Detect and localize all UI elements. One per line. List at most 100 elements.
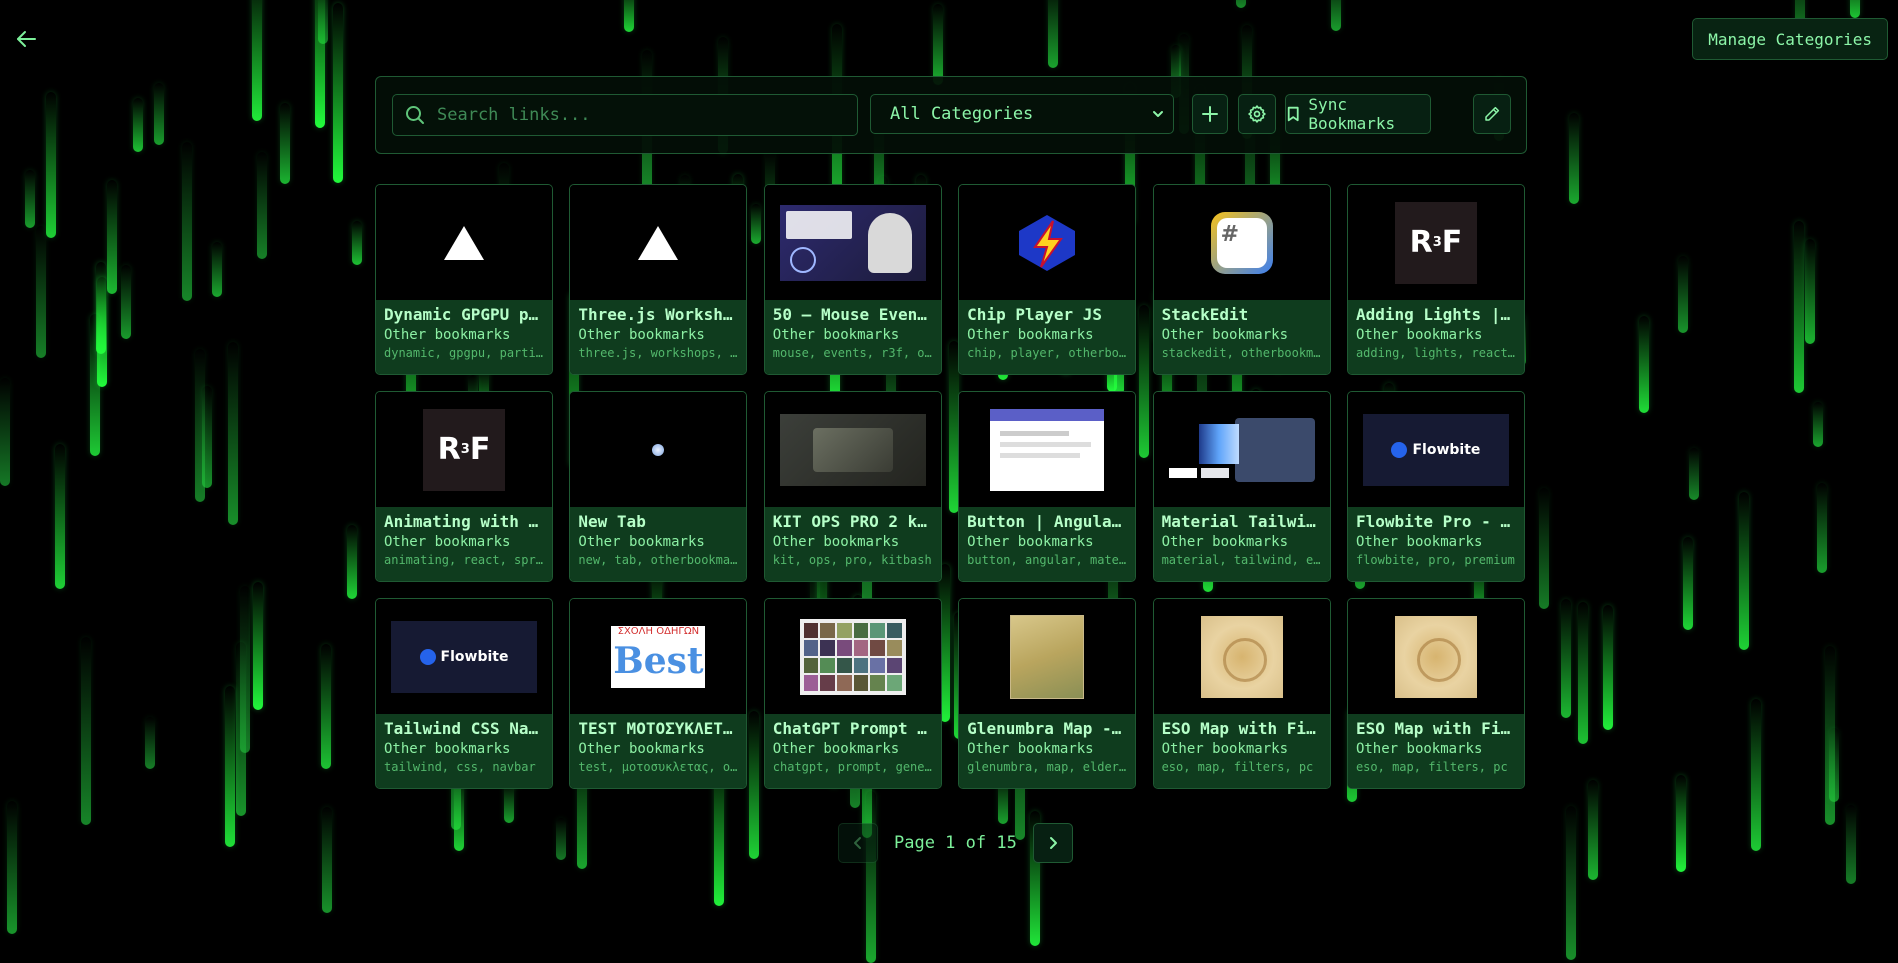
bookmark-card[interactable]: ΣΧΟΛΗ ΟΔΗΓΩΝ Best TEST ΜΟΤΟΣΥΚΛΕΤΑΣ Other b… — [569, 598, 748, 789]
category-select[interactable]: All Categories — [870, 94, 1174, 134]
bookmark-card[interactable]: ChatGPT Prompt Generator Other bookmarks c… — [763, 598, 942, 789]
rain-streak — [257, 152, 267, 259]
bookmark-title: ESO Map with Filters — [1355, 719, 1516, 738]
bookmark-tags: eso, map, filters, pc — [1355, 760, 1508, 774]
bookmark-title: 50 – Mouse Events with R3F — [772, 305, 933, 324]
bookmark-thumbnail: ΣΧΟΛΗ ΟΔΗΓΩΝ Best — [570, 599, 747, 714]
bookmark-category: Other bookmarks — [772, 741, 900, 757]
search-box[interactable] — [392, 94, 858, 136]
chevron-left-icon — [854, 837, 861, 849]
bookmark-card[interactable]: Material Tailwind Other bookmarks material… — [1152, 391, 1331, 582]
bookmark-grid: Dynamic GPGPU particles Other bookmarks dy… — [375, 184, 1525, 789]
bookmark-thumbnail — [376, 185, 552, 300]
bookmark-title: Adding Lights | React Three Fiber — [1355, 305, 1516, 324]
rain-streak — [1805, 239, 1815, 344]
bookmark-category: Other bookmarks — [967, 534, 1094, 550]
docs-thumbnail — [990, 408, 1105, 491]
bookmark-info: ESO Map with Filters Other bookmarks eso, … — [1153, 714, 1330, 788]
bookmark-category: Other bookmarks — [384, 741, 511, 757]
bookmark-tags: chatgpt, prompt, generator — [772, 760, 933, 774]
search-icon — [406, 106, 424, 124]
rain-streak — [1539, 488, 1549, 609]
bookmark-card[interactable]: Chip Player JS Other bookmarks chip, playe… — [958, 184, 1137, 375]
sync-bookmarks-button[interactable]: Sync Bookmarks — [1285, 94, 1431, 134]
bookmark-thumbnail — [764, 599, 941, 714]
rain-streak — [240, 586, 250, 753]
rain-streak — [46, 92, 56, 238]
rain-streak — [253, 582, 263, 710]
pencil-icon — [1485, 106, 1500, 121]
chevron-right-icon — [1049, 837, 1057, 849]
rain-streak — [1813, 402, 1823, 447]
triangle-logo — [638, 225, 679, 260]
bookmark-card[interactable]: Three.js Workshops Other bookmarks three.j… — [569, 184, 748, 375]
rain-streak — [1048, 0, 1058, 68]
bookmark-title: TEST ΜΟΤΟΣΥΚΛΕΤΑΣ — [578, 719, 739, 738]
settings-button[interactable] — [1238, 94, 1276, 134]
bookmark-card[interactable]: Flowbite Flowbite Pro - Premium Other book… — [1346, 391, 1525, 582]
bookmark-card[interactable]: R3F Adding Lights | React Three Fiber Othe… — [1346, 184, 1525, 375]
rain-streak — [1846, 805, 1856, 884]
bookmark-title: Glenumbra Map - Elder Scrolls — [967, 719, 1127, 738]
rain-streak — [321, 644, 331, 769]
bookmark-category: Other bookmarks — [384, 327, 511, 343]
add-link-button[interactable] — [1192, 94, 1228, 134]
rain-streak — [1689, 448, 1699, 500]
bookmark-tags: eso, map, filters, pc — [1161, 760, 1314, 774]
back-button[interactable] — [14, 28, 40, 50]
bookmark-title: ChatGPT Prompt Generator — [772, 719, 933, 738]
bookmark-card[interactable]: 50 – Mouse Events with R3F Other bookmark… — [763, 184, 942, 375]
bookmark-tags: chip, player, otherbookmarks — [967, 346, 1127, 360]
rain-streak — [1603, 605, 1613, 730]
chevron-down-icon — [1153, 111, 1163, 117]
manage-categories-button[interactable]: Manage Categories — [1692, 18, 1888, 60]
rain-streak — [333, 3, 343, 183]
rain-streak — [1739, 492, 1749, 650]
rain-streak — [352, 221, 362, 265]
rain-streak — [1678, 256, 1688, 333]
bookmark-thumbnail — [570, 185, 747, 300]
rain-streak — [252, 0, 262, 121]
rain-streak — [866, 791, 876, 963]
bookmark-card[interactable]: # StackEdit Other bookmarks stackedit, othe… — [1152, 184, 1331, 375]
rain-streak — [107, 180, 117, 294]
bookmark-card[interactable]: KIT OPS PRO 2 kitbash Other bookmarks kit,… — [763, 391, 942, 582]
video-thumbnail — [779, 204, 926, 281]
bookmark-card[interactable]: R3F Animating with React Spring Other book… — [375, 391, 553, 582]
poster-thumbnail — [799, 618, 906, 695]
bookmark-info: New Tab Other bookmarks new, tab, otherboo… — [570, 507, 747, 581]
page-indicator: Page 1 of 15 — [894, 833, 1017, 853]
prev-page-button[interactable] — [838, 823, 878, 863]
rain-streak — [145, 717, 155, 769]
bookmark-card[interactable]: ESO Map with Filters Other bookmarks eso, … — [1152, 598, 1331, 789]
next-page-button[interactable] — [1032, 823, 1073, 863]
globe-icon — [652, 443, 665, 456]
bookmark-card[interactable]: Flowbite Tailwind CSS Navbar Other bookmar… — [375, 598, 553, 789]
bookmark-info: ChatGPT Prompt Generator Other bookmarks c… — [764, 714, 941, 788]
bookmark-category: Other bookmarks — [1161, 741, 1288, 757]
bookmark-thumbnail — [1153, 392, 1330, 507]
rain-streak — [96, 262, 106, 354]
bookmark-title: Tailwind CSS Navbar — [384, 719, 544, 738]
bookmark-title: ESO Map with Filters — [1161, 719, 1322, 738]
bookmark-card[interactable]: Button | Angular Material Other bookmarks… — [958, 391, 1137, 582]
bookmark-title: New Tab — [578, 512, 646, 531]
rain-streak — [212, 242, 222, 297]
plus-icon — [1202, 106, 1218, 122]
bookmark-tags: material, tailwind, extensions — [1161, 553, 1322, 567]
bookmark-category: Other bookmarks — [967, 327, 1094, 343]
bookmark-info: 50 – Mouse Events with R3F Other bookmark… — [764, 300, 941, 374]
bookmark-card[interactable]: ESO Map with Filters Other bookmarks eso, … — [1346, 598, 1525, 789]
rain-streak — [133, 98, 143, 152]
rain-streak — [1578, 602, 1588, 744]
bookmark-card[interactable]: Glenumbra Map - Elder Scrolls Other bookm… — [958, 598, 1137, 789]
rain-streak — [1236, 0, 1246, 8]
rain-streak — [1566, 806, 1576, 960]
search-input[interactable] — [435, 104, 839, 126]
edit-button[interactable] — [1473, 94, 1511, 134]
rain-streak — [556, 818, 566, 860]
bookmark-card[interactable]: Dynamic GPGPU particles Other bookmarks dy… — [375, 184, 553, 375]
pagination: Page 1 of 15 — [838, 823, 1073, 863]
bookmark-card[interactable]: New Tab Other bookmarks new, tab, otherboo… — [569, 391, 748, 582]
bookmark-info: Flowbite Pro - Premium Other bookmarks flo… — [1347, 507, 1524, 581]
